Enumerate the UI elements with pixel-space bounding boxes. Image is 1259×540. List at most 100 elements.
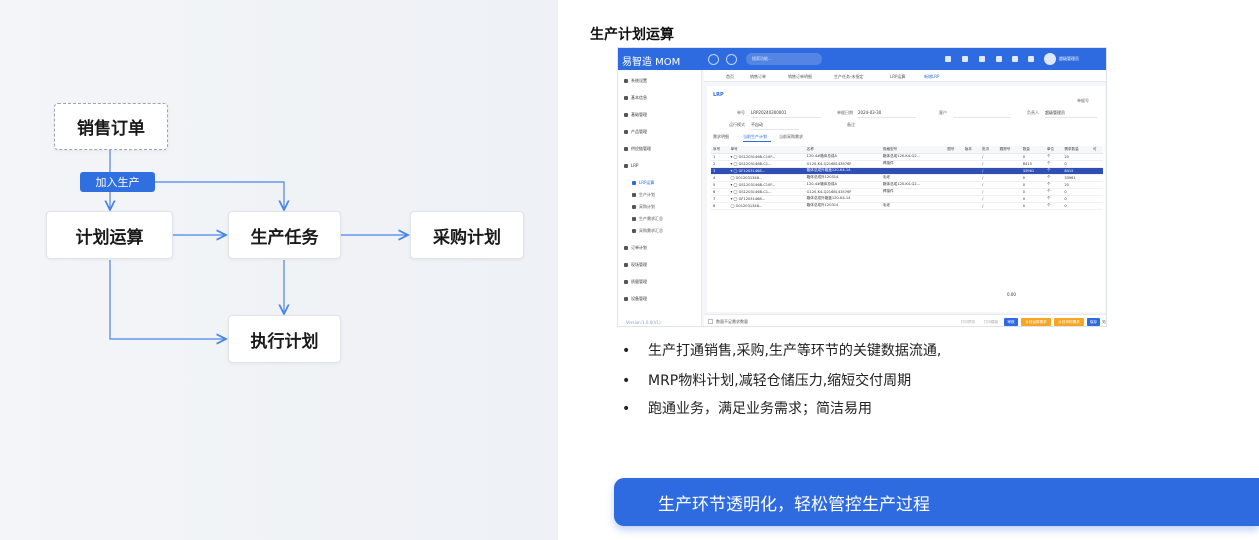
table-cell: 个 xyxy=(1044,181,1063,189)
calc-production-button[interactable]: 计划运算需求 xyxy=(1021,318,1051,326)
audit-button[interactable]: 审核 xyxy=(1004,318,1018,326)
username[interactable]: 超级管理员 xyxy=(1059,56,1079,62)
table-cell: 8 xyxy=(711,202,729,210)
help-icon[interactable] xyxy=(996,56,1002,62)
table-cell xyxy=(1091,174,1103,182)
table-row[interactable]: 5 ▾ ◯ GS12031468-C10F... 120-4#箱体总成A 箱体总成12… xyxy=(711,181,1103,189)
node-sales-order: 销售订单 xyxy=(54,103,168,150)
print-template-button[interactable]: 打印模板 xyxy=(981,318,1001,326)
lrp-table: 序号 单号 名称 规格型号 图号 版本 批次 跟踪号 数量 单位 需求数量 可 … xyxy=(711,146,1103,210)
table-cell: 箱体总成外120314 xyxy=(804,202,881,210)
tab-lrp-calc[interactable]: LRP运算 xyxy=(890,74,905,80)
th-version: 版本 xyxy=(962,146,981,154)
sidebar-item-order-plan[interactable]: 订单计划 xyxy=(624,245,647,251)
app-screenshot: 易智造 MOM 搜索功能... 超级管理员 系统设置 基本信息 基础管理 产品管… xyxy=(617,47,1107,327)
table-cell: 2 xyxy=(711,160,729,168)
close-button[interactable]: 关闭 xyxy=(1101,318,1106,326)
table-cell: 6 xyxy=(711,188,729,196)
table-cell: 个 xyxy=(1044,195,1063,203)
table-row[interactable]: 1 ▾ ◯ GS12031468-C10F... 120-4#箱体总成A 箱体总成12… xyxy=(711,153,1103,161)
mode-value[interactable]: 不自动 xyxy=(751,122,763,128)
table-row[interactable]: 4 ◯ G012031348... 箱体总成外120314 毛坯 / 0 个 33961 xyxy=(711,174,1103,182)
table-row[interactable]: 6 ▾ ◯ GS12031468-C1... G120-K4-Q2168143576… xyxy=(711,188,1103,196)
app-topbar: 易智造 MOM 搜索功能... 超级管理员 xyxy=(618,48,1106,70)
sidebar-item-basic[interactable]: 基本信息 xyxy=(624,95,647,101)
subtab-demand-detail[interactable]: 需求明细 xyxy=(713,134,729,140)
sidebar-item-supply[interactable]: 供应链管理 xyxy=(624,146,651,152)
menu-toggle-icon[interactable] xyxy=(708,54,719,65)
fullscreen-icon[interactable] xyxy=(1012,56,1018,62)
sidebar-item-production-demand[interactable]: 生产需求汇总 xyxy=(632,216,663,222)
save-button[interactable]: 保存 xyxy=(1087,318,1100,326)
shortage-checkbox[interactable] xyxy=(708,319,713,324)
table-cell: 0 xyxy=(1062,160,1092,168)
table-cell xyxy=(1091,188,1103,196)
table-cell: / xyxy=(980,174,998,182)
sidebar-item-purchase-plan[interactable]: 采购计划 xyxy=(632,204,655,210)
table-cell: G120-K4-Q2168143576F xyxy=(804,188,881,196)
table-cell: 焊接件 xyxy=(880,188,946,196)
table-cell: 焊接件 xyxy=(880,160,946,168)
code-value[interactable]: LRP20240300001 xyxy=(751,110,786,115)
avatar[interactable] xyxy=(1044,53,1056,65)
tab-new-lrp[interactable]: 新增LRP xyxy=(924,74,939,80)
table-cell: ▾ ◯ GS12031468-C1... xyxy=(728,188,805,196)
calc-purchase-button[interactable]: 计划采购需求 xyxy=(1054,318,1084,326)
calendar-icon[interactable] xyxy=(979,56,985,62)
tab-sales-order[interactable]: 销售订单 xyxy=(750,74,766,80)
table-row[interactable]: 2 ▾ ◯ GS12031468-C1... G120-K4-Q2168143576… xyxy=(711,160,1103,168)
app-logo: 易智造 MOM xyxy=(622,57,681,68)
print-preview-button[interactable]: 打印预览 xyxy=(958,318,978,326)
subtab-current-production[interactable]: 当前生产计划 xyxy=(743,134,767,140)
sidebar-item-site[interactable]: 现场管理 xyxy=(624,262,647,268)
table-cell: 8415 xyxy=(1062,167,1092,175)
refresh-icon[interactable] xyxy=(726,54,737,65)
table-row[interactable]: 3 ▾ ◯ GF12031468... 箱体总成外箱盖120-K4-14 / 33961… xyxy=(711,167,1103,175)
lrp-icon xyxy=(624,164,628,168)
screen-icon[interactable] xyxy=(945,56,951,62)
table-cell: 个 xyxy=(1044,153,1063,161)
flow-connectors xyxy=(0,150,558,540)
table-cell: ◯ G012031348... xyxy=(728,174,805,182)
sidebar-item-quality[interactable]: 质量管理 xyxy=(624,279,647,285)
sidebar-item-purchase-demand[interactable]: 采购需求汇总 xyxy=(632,228,663,234)
flow-diagram-panel: 销售订单 加入生产 计划运算 生产任务 采购计划 执行计划 xyxy=(0,0,558,540)
tab-production-task[interactable]: 生产任务-未指定 xyxy=(834,74,863,80)
sidebar-item-lrp[interactable]: LRP xyxy=(624,163,638,168)
th-name: 名称 xyxy=(804,146,881,154)
sidebar-item-lrp-calc[interactable]: LRP运算 xyxy=(632,180,654,186)
sidebar-item-base[interactable]: 基础管理 xyxy=(624,112,647,118)
table-cell: ▾ ◯ GF12031468... xyxy=(728,167,805,175)
arrow-plan-to-execute xyxy=(109,260,226,339)
table-cell: 0 xyxy=(1020,174,1045,182)
table-cell: 个 xyxy=(1044,202,1063,210)
tab-home[interactable]: 首页 xyxy=(726,74,734,80)
truck-icon xyxy=(624,147,628,151)
table-row[interactable]: 8 ◯ G012031348... 箱体总成外120314 毛坯 / 0 个 0 xyxy=(711,202,1103,210)
table-cell xyxy=(945,202,963,210)
bell-icon[interactable] xyxy=(962,56,968,62)
equipment-icon xyxy=(624,297,628,301)
date-label: 单据日期 xyxy=(837,110,853,115)
highlight-banner: 生产环节透明化，轻松管控生产过程 xyxy=(614,478,1259,526)
table-cell: 箱体总成外箱盖120-K4-14 xyxy=(804,167,881,175)
operator-value[interactable]: 超级管理员 xyxy=(1045,110,1065,116)
tab-sales-order-detail[interactable]: 销售订单明细 xyxy=(788,74,812,80)
th-demand: 需求数量 xyxy=(1062,146,1092,154)
th-batch: 批次 xyxy=(980,146,998,154)
date-value[interactable]: 2024-03-30 xyxy=(858,110,881,115)
table-cell xyxy=(962,174,981,182)
table-cell xyxy=(962,202,981,210)
bullet-item: • 生产打通销售,采购,生产等环节的关键数据流通, xyxy=(622,343,942,359)
sidebar-item-equipment[interactable]: 设备管理 xyxy=(624,296,647,302)
table-cell: 0 xyxy=(1020,202,1045,210)
subtab-current-purchase[interactable]: 当前采购需求 xyxy=(779,134,803,140)
theme-icon[interactable] xyxy=(1028,56,1034,62)
sidebar-item-system[interactable]: 系统设置 xyxy=(624,78,647,84)
sidebar-item-product[interactable]: 产品管理 xyxy=(624,129,647,135)
table-cell xyxy=(1091,167,1103,175)
sidebar-item-production-plan[interactable]: 生产计划 xyxy=(632,192,655,198)
grid-icon xyxy=(624,113,628,117)
table-row[interactable]: 7 ▾ ◯ GF12031468... 箱体总成外箱盖120-K4-14 / 0 个 0 xyxy=(711,195,1103,203)
search-input[interactable]: 搜索功能... xyxy=(746,53,822,65)
